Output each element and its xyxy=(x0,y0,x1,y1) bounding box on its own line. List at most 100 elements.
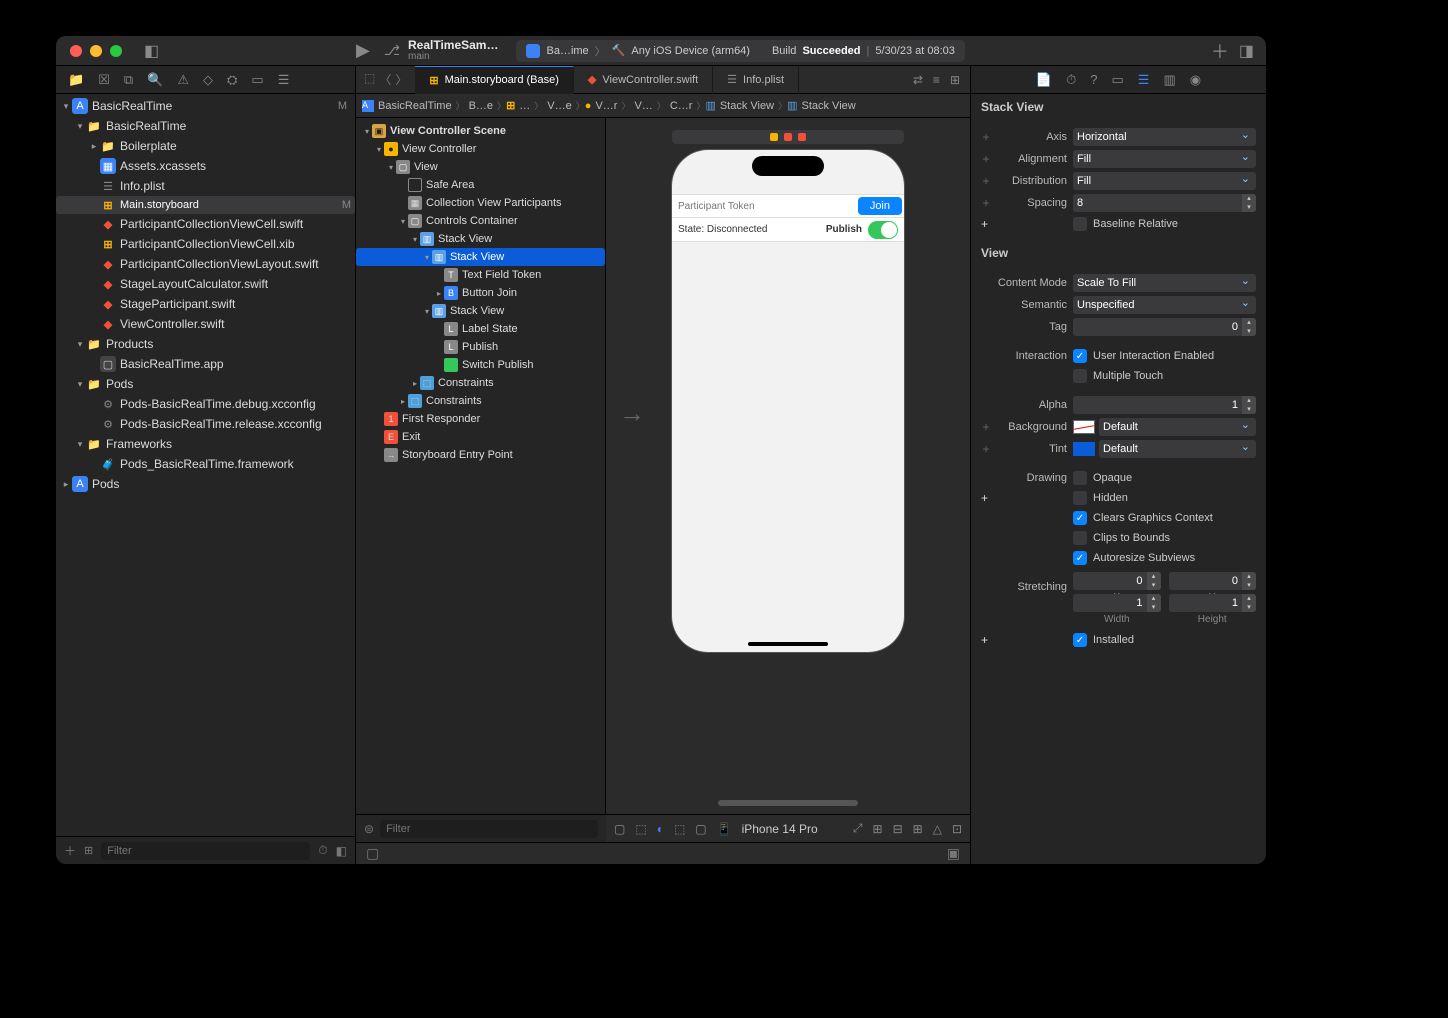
minimap-icon[interactable]: ⇄ xyxy=(913,73,923,87)
stepper[interactable]: ▴▾ xyxy=(1242,572,1256,590)
stepper[interactable]: ▴▾ xyxy=(1242,318,1256,336)
background-swatch[interactable] xyxy=(1073,420,1095,434)
baseline-checkbox[interactable] xyxy=(1073,217,1087,231)
hidden-checkbox[interactable] xyxy=(1073,491,1087,505)
distribution-select[interactable]: Fill xyxy=(1073,172,1256,190)
symbol-navigator-tab-icon[interactable]: ⧉ xyxy=(124,72,133,88)
add-variation-icon[interactable]: + xyxy=(981,152,991,166)
pin-icon[interactable]: ⊞ xyxy=(913,822,923,836)
appearance-icon[interactable]: ◐ xyxy=(657,822,664,836)
find-navigator-tab-icon[interactable]: 🔍 xyxy=(147,72,163,88)
related-items-icon[interactable]: ⬚ xyxy=(364,71,375,88)
tab-main-storyboard[interactable]: ⊞ Main.storyboard (Base) xyxy=(415,66,574,94)
tree-row[interactable]: ◆ViewController.swift xyxy=(56,314,355,334)
zoom-window-button[interactable] xyxy=(110,45,122,57)
toggle-debug-icon[interactable]: ▣ xyxy=(947,845,960,862)
tree-row[interactable]: ▦Assets.xcassets xyxy=(56,156,355,176)
tint-swatch[interactable] xyxy=(1073,442,1095,456)
scene-dock[interactable] xyxy=(672,130,904,144)
outline-selected-stackview[interactable]: ▾▥Stack View xyxy=(356,248,605,266)
orientation-icon[interactable]: ⬚ xyxy=(635,822,646,836)
publish-switch[interactable] xyxy=(868,221,898,239)
stepper[interactable]: ▴▾ xyxy=(1242,194,1256,212)
token-textfield[interactable] xyxy=(672,195,856,217)
autoresize-checkbox[interactable]: ✓ xyxy=(1073,551,1087,565)
vary-traits-icon[interactable]: ⬚ xyxy=(674,822,685,836)
embed-icon[interactable]: ⊞ xyxy=(873,822,883,836)
installed-checkbox[interactable]: ✓ xyxy=(1073,633,1087,647)
device-preview[interactable]: Join State: Disconnected Publish xyxy=(672,150,904,652)
tree-row[interactable]: ◆StageParticipant.swift xyxy=(56,294,355,314)
pods-project-root[interactable]: ▸ A Pods xyxy=(56,474,355,494)
history-inspector-tab-icon[interactable]: ⏱ xyxy=(1066,72,1076,88)
disclosure-icon[interactable]: ▾ xyxy=(74,379,86,390)
disclosure-icon[interactable]: ▾ xyxy=(74,121,86,132)
alpha-input[interactable] xyxy=(1073,396,1256,414)
tree-row[interactable]: ☰Info.plist xyxy=(56,176,355,196)
background-select[interactable]: Default xyxy=(1099,418,1256,436)
clears-graphics-checkbox[interactable]: ✓ xyxy=(1073,511,1087,525)
scheme-selector[interactable]: ⎇ RealTimeSam… main xyxy=(384,39,499,63)
accessibility-icon[interactable]: ▢ xyxy=(695,822,706,836)
clips-checkbox[interactable] xyxy=(1073,531,1087,545)
close-window-button[interactable] xyxy=(70,45,82,57)
test-navigator-tab-icon[interactable]: ◇ xyxy=(203,72,213,88)
viewcontroller-dock-icon[interactable] xyxy=(770,133,778,141)
disclosure-icon[interactable]: ▾ xyxy=(74,439,86,450)
embed-in-icon[interactable]: ⊡ xyxy=(952,822,962,836)
device-icon[interactable]: 📱 xyxy=(717,822,732,836)
tree-row[interactable]: ⚙Pods-BasicRealTime.debug.xcconfig xyxy=(56,394,355,414)
resolve-icon[interactable]: △ xyxy=(933,822,942,836)
device-name[interactable]: iPhone 14 Pro xyxy=(742,822,818,836)
filter-icon[interactable]: ⊜ xyxy=(364,822,374,836)
stepper[interactable]: ▴▾ xyxy=(1147,594,1161,612)
debug-console-icon[interactable]: ▢ xyxy=(366,845,379,862)
outline-filter-input[interactable] xyxy=(380,820,598,838)
project-navigator-tab-icon[interactable]: 📁 xyxy=(68,72,84,88)
tree-row[interactable]: ▢BasicRealTime.app xyxy=(56,354,355,374)
tree-row[interactable]: ▸📁Boilerplate xyxy=(56,136,355,156)
connections-inspector-tab-icon[interactable]: ◉ xyxy=(1190,72,1201,88)
document-outline[interactable]: ▾▣View Controller Scene ▾●View Controlle… xyxy=(356,118,606,814)
breakpoint-navigator-tab-icon[interactable]: ▭ xyxy=(251,72,263,88)
stepper[interactable]: ▴▾ xyxy=(1242,396,1256,414)
interface-builder-canvas[interactable]: → Join xyxy=(606,118,970,814)
debug-navigator-tab-icon[interactable]: ⛭ xyxy=(227,72,237,88)
tree-row[interactable]: ▾📁Products xyxy=(56,334,355,354)
run-button-icon[interactable]: ▶ xyxy=(356,40,370,61)
project-root[interactable]: ▾ A BasicRealTime M xyxy=(56,96,355,116)
adjust-editor-icon[interactable]: ≡ xyxy=(933,73,940,87)
zoom-icon[interactable]: ⤢ xyxy=(853,821,863,836)
scm-filter-icon[interactable]: ◧ xyxy=(336,844,347,858)
first-responder-dock-icon[interactable] xyxy=(784,133,792,141)
add-variation-icon[interactable]: + xyxy=(981,174,991,188)
navigator-filter-input[interactable] xyxy=(101,842,310,860)
tree-row[interactable]: ◆StageLayoutCalculator.swift xyxy=(56,274,355,294)
disclosure-icon[interactable]: ▾ xyxy=(60,101,72,112)
content-mode-select[interactable]: Scale To Fill xyxy=(1073,274,1256,292)
tab-info-plist[interactable]: ☰ Info.plist xyxy=(713,66,799,94)
add-variation-icon[interactable]: + xyxy=(981,196,991,210)
opaque-checkbox[interactable] xyxy=(1073,471,1087,485)
add-variation-icon[interactable]: + xyxy=(981,130,991,144)
library-button-icon[interactable]: ＋ xyxy=(1211,38,1229,64)
alignment-select[interactable]: Fill xyxy=(1073,150,1256,168)
join-button[interactable]: Join xyxy=(858,197,902,215)
horizontal-scrollbar[interactable] xyxy=(718,800,858,806)
tree-row[interactable]: ⚙Pods-BasicRealTime.release.xcconfig xyxy=(56,414,355,434)
tree-row[interactable]: ▾📁BasicRealTime xyxy=(56,116,355,136)
add-variation-icon[interactable]: + xyxy=(981,442,991,456)
tint-select[interactable]: Default xyxy=(1099,440,1256,458)
attributes-inspector-tab-icon[interactable]: ☰ xyxy=(1138,72,1150,88)
tree-row[interactable]: 🧳Pods_BasicRealTime.framework xyxy=(56,454,355,474)
forward-icon[interactable]: 〉 xyxy=(395,71,407,88)
tab-viewcontroller[interactable]: ◆ ViewController.swift xyxy=(574,66,713,94)
axis-select[interactable]: Horizontal xyxy=(1073,128,1256,146)
multiple-touch-checkbox[interactable] xyxy=(1073,369,1087,383)
stepper[interactable]: ▴▾ xyxy=(1147,572,1161,590)
disclosure-icon[interactable]: ▾ xyxy=(74,339,86,350)
size-inspector-tab-icon[interactable]: ▥ xyxy=(1163,72,1175,88)
identity-inspector-tab-icon[interactable]: ▭ xyxy=(1111,72,1123,88)
report-navigator-tab-icon[interactable]: ☰ xyxy=(278,72,290,88)
tree-row[interactable]: ▾📁Pods xyxy=(56,374,355,394)
